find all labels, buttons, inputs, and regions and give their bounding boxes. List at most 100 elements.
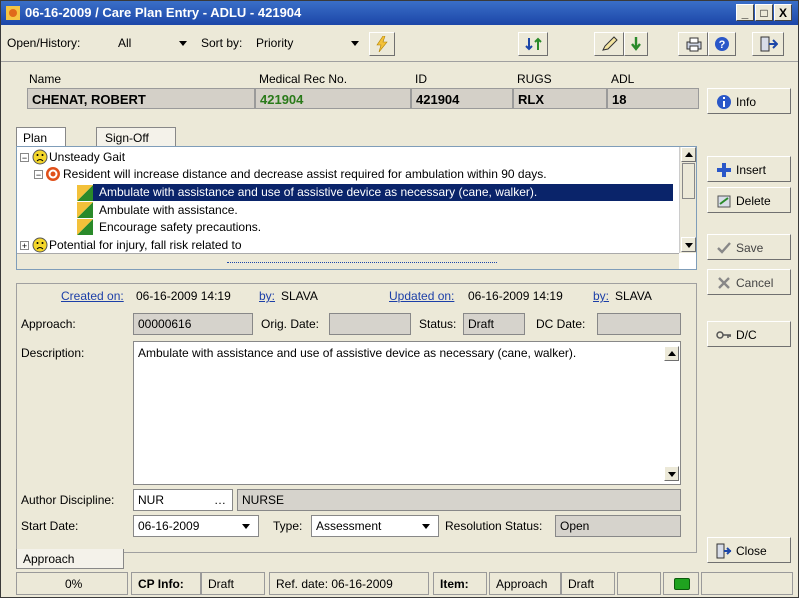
updated-on-value: 06-16-2009 14:19 [468,289,563,303]
scroll-up-button[interactable] [664,346,679,361]
start-date-picker[interactable]: 06-16-2009 [133,515,259,537]
type-select[interactable]: Assessment [311,515,439,537]
tab-plan[interactable]: Plan [16,127,66,147]
delete-button[interactable]: Delete [707,187,791,213]
delete-icon [717,195,731,208]
id-value: 421904 [411,88,513,109]
minimize-button[interactable]: _ [736,4,754,21]
app-icon [6,6,20,20]
scroll-down-button[interactable] [664,466,679,481]
collapse-icon[interactable]: − [20,153,29,163]
type-label: Type: [273,519,303,533]
orig-date-field[interactable] [329,313,411,335]
insert-button[interactable]: Insert [707,156,791,182]
ellipsis-button[interactable]: … [214,493,226,507]
sort-by-label: Sort by: [201,36,243,50]
status-led-cell [663,572,699,595]
printer-icon [686,37,702,52]
key-icon [716,331,731,339]
tree-item-label: Unsteady Gait [49,150,126,164]
chevron-down-icon [351,41,359,46]
delete-button-label: Delete [736,194,771,208]
scroll-up-button[interactable] [681,147,696,162]
author-discipline-field[interactable]: NUR … [133,489,233,511]
description-label: Description: [21,346,85,360]
save-button[interactable]: Save [707,234,791,260]
help-button[interactable]: ? [708,32,736,56]
tab-signoff[interactable]: Sign-Off [96,127,176,147]
description-textarea[interactable]: Ambulate with assistance and use of assi… [133,341,681,485]
resolution-status-label: Resolution Status: [445,519,543,533]
splitter[interactable] [17,253,679,269]
scroll-thumb[interactable] [682,163,695,199]
toolbar-divider [1,61,798,62]
tree-item-label: Potential for injury, fall risk related … [49,238,242,252]
open-history-select[interactable]: All [115,33,191,53]
type-value: Assessment [316,519,382,533]
care-plan-window: 06-16-2009 / Care Plan Entry - ADLU - 42… [0,0,799,598]
approach-field: 00000616 [133,313,253,335]
resolution-status-field: Open [555,515,681,537]
scroll-down-button[interactable] [681,237,696,252]
svg-text:?: ? [719,39,726,51]
tree-scrollbar[interactable] [679,147,696,253]
collapse-icon[interactable]: − [34,170,43,180]
created-by-value: SLAVA [281,289,318,303]
status-cell-empty [617,572,661,595]
tree-item-approach-selected[interactable]: Ambulate with assistance and use of assi… [93,184,673,201]
mrn-label: Medical Rec No. [259,72,348,86]
tree-item-label: Encourage safety precautions. [99,220,262,234]
rugs-value: RLX [513,88,607,109]
info-icon [717,95,731,109]
description-text: Ambulate with assistance and use of assi… [138,346,577,360]
expand-icon[interactable]: + [20,241,29,251]
adl-label: ADL [611,72,635,86]
arrow-up-icon [668,351,676,356]
close-window-button[interactable]: X [774,4,792,21]
care-plan-tree[interactable]: − Unsteady Gait − Resident will increase… [16,146,697,270]
tab-approach[interactable]: Approach [16,549,124,569]
chevron-down-icon [179,41,187,46]
close-button[interactable]: Close [707,537,791,563]
arrow-down-icon [685,243,693,248]
updated-by-value: SLAVA [615,289,652,303]
patient-name-value: CHENAT, ROBERT [27,88,255,109]
exit-door-icon [760,36,778,52]
orig-date-label: Orig. Date: [261,317,320,331]
approach-icon [77,185,93,201]
arrow-up-icon [685,152,693,157]
approach-label: Approach: [21,317,76,331]
exit-button[interactable] [752,32,784,56]
sad-face-icon [32,237,48,253]
adl-value: 18 [607,88,699,109]
progress-indicator: 0% [16,572,128,595]
id-label: ID [415,72,427,86]
dc-button-label: D/C [736,328,757,342]
dc-button[interactable]: D/C [707,321,791,347]
cancel-button-label: Cancel [736,276,774,290]
info-button[interactable]: Info [707,88,791,114]
edit-button[interactable] [594,32,624,56]
start-date-value: 06-16-2009 [138,519,200,533]
cancel-button[interactable]: Cancel [707,269,791,295]
sort-order-button[interactable] [518,32,548,56]
open-history-value: All [118,36,132,50]
splitter-handle[interactable] [227,257,497,263]
chevron-down-icon [422,524,430,529]
tree-item-label: Resident will increase distance and decr… [63,167,547,181]
insert-button-label: Insert [736,163,767,177]
sort-arrows-icon [525,37,542,51]
print-button[interactable] [678,32,708,56]
dc-date-field[interactable] [597,313,681,335]
dc-date-label: DC Date: [536,317,586,331]
lightning-button[interactable] [369,32,395,56]
approach-icon [77,202,93,218]
title-bar[interactable]: 06-16-2009 / Care Plan Entry - ADLU - 42… [1,1,798,25]
status-label: Status: [419,317,457,331]
help-icon: ? [715,37,729,51]
pencil-icon [602,36,618,51]
sort-by-select[interactable]: Priority [253,33,363,53]
maximize-button[interactable]: □ [755,4,773,21]
move-down-button[interactable] [624,32,648,56]
ref-date: Ref. date: 06-16-2009 [269,572,429,595]
